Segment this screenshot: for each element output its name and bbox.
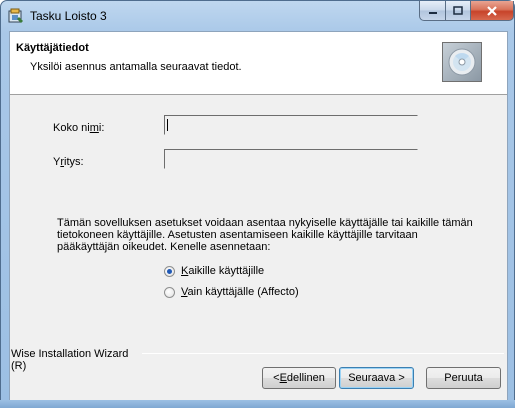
cancel-button[interactable]: Peruuta bbox=[426, 367, 501, 389]
back-button[interactable]: < Edellinen bbox=[262, 367, 336, 389]
dialog-client-area: Käyttäjätiedot Yksilöi asennus antamalla… bbox=[9, 31, 508, 401]
only-user-option[interactable]: Vain käyttäjälle (Affecto) bbox=[164, 286, 299, 298]
full-name-label: Koko nimi: bbox=[53, 122, 105, 134]
installer-app-icon bbox=[8, 8, 24, 24]
only-user-radio[interactable] bbox=[164, 286, 175, 298]
title-bar[interactable]: Tasku Loisto 3 bbox=[1, 1, 514, 31]
page-subtitle: Yksilöi asennus antamalla seuraavat tied… bbox=[30, 61, 242, 73]
wizard-brand-label: Wise Installation Wizard (R) bbox=[11, 348, 129, 372]
text-caret bbox=[167, 119, 168, 131]
all-users-option[interactable]: Kaikille käyttäjille bbox=[164, 265, 264, 277]
minimize-button[interactable] bbox=[419, 1, 446, 21]
page-title: Käyttäjätiedot bbox=[16, 42, 89, 54]
cd-icon bbox=[442, 42, 482, 82]
maximize-button[interactable] bbox=[445, 1, 471, 21]
window-bottom-frame bbox=[0, 400, 515, 408]
company-field[interactable] bbox=[164, 149, 418, 169]
installer-window: Tasku Loisto 3 Käyttäjätiedot Yksilöi as… bbox=[0, 0, 515, 408]
wizard-header: Käyttäjätiedot Yksilöi asennus antamalla… bbox=[10, 32, 507, 95]
minimize-icon bbox=[428, 11, 437, 14]
install-scope-description: Tämän sovelluksen asetukset voidaan asen… bbox=[57, 217, 473, 253]
close-icon bbox=[487, 5, 497, 16]
maximize-icon bbox=[453, 5, 463, 15]
window-title: Tasku Loisto 3 bbox=[30, 9, 107, 23]
company-label: Yritys: bbox=[53, 156, 84, 168]
full-name-field[interactable] bbox=[164, 115, 418, 135]
next-button[interactable]: Seuraava > bbox=[339, 367, 414, 389]
all-users-radio[interactable] bbox=[164, 265, 175, 277]
close-button[interactable] bbox=[470, 1, 514, 21]
footer-divider bbox=[142, 353, 504, 354]
